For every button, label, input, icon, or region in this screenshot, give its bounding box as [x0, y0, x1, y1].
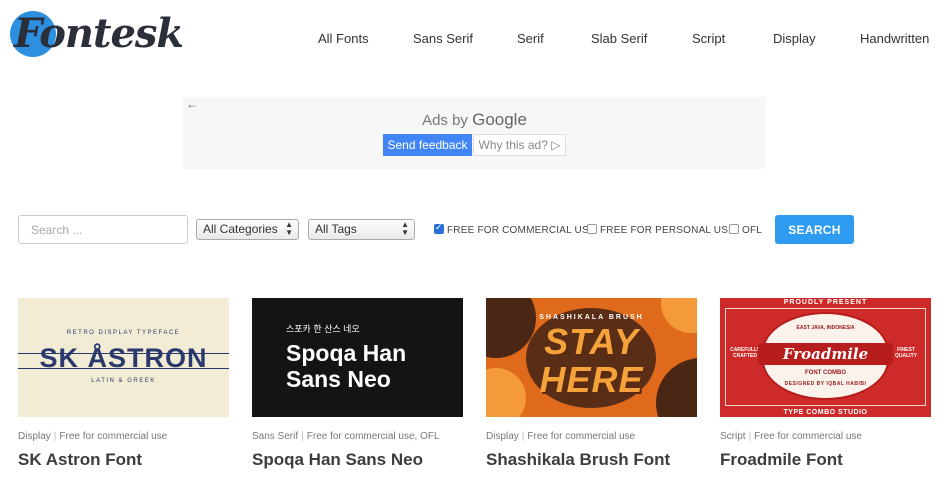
preview-side-text: FINEST QUALITY [889, 347, 923, 359]
preview-side-text: CAREFULLY CRAFTED [728, 347, 762, 359]
card-meta: Script | Free for commercial use [720, 431, 862, 442]
card-meta: Display | Free for commercial use [18, 431, 168, 442]
preview-korean-text: 스포카 한 산스 네오 [286, 324, 360, 334]
card-license-link[interactable]: Free for commercial use [59, 431, 167, 442]
preview-title: STAY HERE [486, 323, 697, 399]
card-license-link[interactable]: Free for commercial use, OFL [307, 431, 440, 442]
preview-subtitle: SHASHIKALA BRUSH [539, 314, 644, 321]
preview-combo: FONT COMBO [805, 370, 846, 376]
nav-handwritten[interactable]: Handwritten [860, 31, 929, 46]
preview-location: EAST JAVA, INDONESIA [796, 325, 855, 331]
why-this-ad-button[interactable]: Why this ad? ▷ [473, 134, 566, 156]
preview-side-line: QUALITY [895, 353, 917, 359]
nav-all-fonts[interactable]: All Fonts [318, 31, 369, 46]
preview-topline: PROUDLY PRESENT [783, 299, 868, 306]
select-arrows-icon: ▲ ▼ [285, 220, 293, 237]
nav-slab-serif[interactable]: Slab Serif [591, 31, 647, 46]
preview-title: Spoqa Han Sans Neo [286, 340, 406, 392]
preview-line: Sans Neo [286, 366, 391, 392]
card-title[interactable]: Shashikala Brush Font [486, 450, 697, 470]
categories-select[interactable]: All Categories ▲ ▼ [196, 219, 299, 240]
preview-bottomline: TYPE COMBO STUDIO [783, 409, 868, 416]
tags-select[interactable]: All Tags ▲ ▼ [308, 219, 415, 240]
nav-serif[interactable]: Serif [517, 31, 544, 46]
preview-subtitle: LATIN & GREEK [91, 378, 156, 384]
nav-display[interactable]: Display [773, 31, 816, 46]
ad-banner: ← Ads by Google Send feedback Why this a… [183, 97, 766, 169]
ad-label-prefix: Ads by [422, 112, 468, 129]
checkbox-commercial[interactable]: FREE FOR COMMERCIAL USE [434, 222, 596, 236]
ad-label: Ads by Google [183, 110, 766, 130]
font-card[interactable]: RETRO DISPLAY TYPEFACE SK ÅSTRON LATIN &… [18, 298, 229, 470]
tags-select-value: All Tags [315, 222, 357, 236]
card-category-link[interactable]: Display [18, 431, 51, 442]
font-preview-image[interactable]: PROUDLY PRESENT CAREFULLY CRAFTED FINEST… [720, 298, 931, 417]
preview-line: STAY [544, 321, 639, 362]
ad-label-brand: Google [472, 110, 527, 129]
main-nav: All Fonts Sans Serif Serif Slab Serif Sc… [0, 31, 950, 51]
search-input[interactable] [18, 215, 188, 244]
nav-script[interactable]: Script [692, 31, 725, 46]
card-category-link[interactable]: Sans Serif [252, 431, 298, 442]
send-feedback-button[interactable]: Send feedback [383, 134, 472, 156]
nav-sans-serif[interactable]: Sans Serif [413, 31, 473, 46]
select-arrows-icon: ▲ ▼ [401, 220, 409, 237]
card-meta: Sans Serif | Free for commercial use, OFL [252, 431, 440, 442]
card-category-link[interactable]: Script [720, 431, 746, 442]
checkbox-checked[interactable] [434, 222, 444, 234]
card-title[interactable]: Spoqa Han Sans Neo [252, 450, 463, 470]
card-meta: Display | Free for commercial use [486, 431, 636, 442]
search-button[interactable]: SEARCH [775, 215, 854, 244]
site-header: Fontesk All Fonts Sans Serif Serif Slab … [0, 0, 950, 78]
font-preview-image[interactable]: 스포카 한 산스 네오 Spoqa Han Sans Neo [252, 298, 463, 417]
card-license-link[interactable]: Free for commercial use [527, 431, 635, 442]
font-card[interactable]: 스포카 한 산스 네오 Spoqa Han Sans Neo Sans Seri… [252, 298, 463, 470]
checkbox-label: FREE FOR PERSONAL USE [600, 225, 735, 236]
checkbox-ofl[interactable]: OFL [729, 224, 762, 236]
font-preview-image[interactable]: RETRO DISPLAY TYPEFACE SK ÅSTRON LATIN &… [18, 298, 229, 417]
checkbox-unchecked[interactable] [587, 224, 597, 234]
preview-line: HERE [539, 359, 644, 400]
card-title[interactable]: SK Astron Font [18, 450, 229, 470]
preview-rule [18, 368, 229, 369]
preview-designer: DESIGNED BY IQBAL HABIBI [784, 381, 867, 387]
arrow-left-icon[interactable]: ← [186, 97, 198, 111]
card-title[interactable]: Froadmile Font [720, 450, 931, 470]
preview-side-line: CRAFTED [733, 353, 757, 359]
preview-line: Spoqa Han [286, 340, 407, 366]
categories-select-value: All Categories [203, 222, 278, 236]
card-license-link[interactable]: Free for commercial use [754, 431, 862, 442]
font-card[interactable]: SHASHIKALA BRUSH STAY HERE Display | Free … [486, 298, 697, 470]
card-category-link[interactable]: Display [486, 431, 519, 442]
font-card[interactable]: PROUDLY PRESENT CAREFULLY CRAFTED FINEST… [720, 298, 931, 470]
checkbox-unchecked[interactable] [729, 224, 739, 234]
checkbox-personal[interactable]: FREE FOR PERSONAL USE [587, 224, 735, 236]
checkbox-label: OFL [742, 225, 763, 236]
font-preview-image[interactable]: SHASHIKALA BRUSH STAY HERE [486, 298, 697, 417]
preview-title: Froadmile [758, 343, 893, 365]
preview-title: SK ÅSTRON [39, 343, 208, 373]
checkbox-label: FREE FOR COMMERCIAL USE [447, 225, 596, 236]
preview-subtitle: RETRO DISPLAY TYPEFACE [66, 330, 181, 336]
